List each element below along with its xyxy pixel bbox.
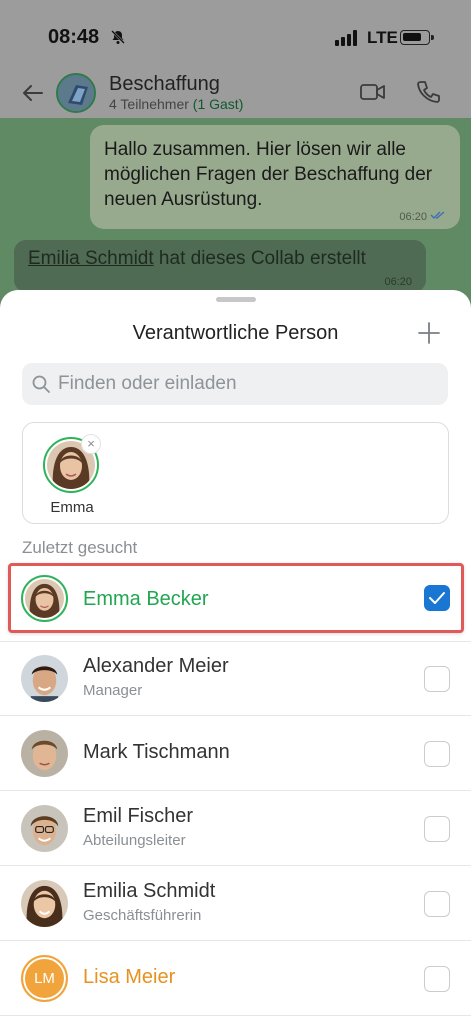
- selected-people-box: × Emma: [22, 422, 449, 524]
- checkmark-icon: [429, 592, 445, 604]
- person-checkbox[interactable]: [424, 741, 450, 767]
- person-checkbox[interactable]: [424, 966, 450, 992]
- woman-photo-icon: [25, 579, 64, 618]
- person-name: Lisa Meier: [83, 966, 176, 988]
- bell-off-icon: [111, 30, 125, 44]
- group-logo-icon: [58, 75, 94, 111]
- remove-chip-icon[interactable]: ×: [81, 434, 101, 454]
- system-message-text: Emilia Schmidt hat dieses Collab erstell…: [28, 248, 412, 270]
- avatar: [21, 880, 68, 927]
- person-name: Emil Fischer: [83, 805, 194, 827]
- message-time: 06:20: [399, 211, 427, 223]
- list-item-mark-tischmann[interactable]: Mark Tischmann: [0, 716, 471, 791]
- woman-photo-icon: [21, 880, 68, 927]
- avatar: [21, 730, 68, 777]
- back-arrow-icon[interactable]: [20, 80, 46, 106]
- person-role: Abteilungsleiter: [83, 832, 186, 849]
- search-icon: [32, 375, 50, 393]
- network-type: LTE: [367, 28, 398, 47]
- man-photo-icon: [21, 655, 68, 702]
- system-message: Emilia Schmidt hat dieses Collab erstell…: [14, 240, 426, 292]
- outgoing-message[interactable]: Hallo zusammen. Hier lösen wir alle mögl…: [90, 125, 460, 229]
- chat-header: Beschaffung 4 Teilnehmer (1 Gast): [0, 70, 471, 118]
- guest-count: (1 Gast): [192, 96, 244, 112]
- man-photo-icon: [21, 805, 68, 852]
- divider: [0, 1015, 471, 1016]
- person-name: Emilia Schmidt: [83, 880, 216, 902]
- person-name: Emma Becker: [83, 588, 209, 610]
- person-role: Manager: [83, 682, 143, 699]
- person-name: Alexander Meier: [83, 655, 229, 677]
- avatar: [21, 655, 68, 702]
- chat-background: Hallo zusammen. Hier lösen wir alle mögl…: [0, 118, 471, 308]
- avatar: LM: [21, 955, 68, 1002]
- person-role: Geschäftsführerin: [83, 907, 202, 924]
- recent-section-label: Zuletzt gesucht: [22, 538, 138, 557]
- list-item-emma-becker[interactable]: Emma Becker: [8, 563, 464, 633]
- person-checkbox[interactable]: [424, 891, 450, 917]
- list-item-lisa-meier[interactable]: LM Lisa Meier: [0, 941, 471, 1016]
- person-checkbox[interactable]: [424, 666, 450, 692]
- person-checkbox[interactable]: [424, 585, 450, 611]
- add-icon[interactable]: [416, 320, 442, 346]
- search-bar[interactable]: [22, 363, 448, 405]
- avatar: [21, 575, 68, 622]
- divider: [0, 641, 471, 642]
- responsible-person-sheet: Verantwortliche Person Finden oder einla…: [0, 290, 471, 1024]
- sheet-title: Verantwortliche Person: [132, 322, 339, 344]
- list-item-emil-fischer[interactable]: Emil Fischer Abteilungsleiter: [0, 791, 471, 866]
- phone-call-icon[interactable]: [415, 79, 441, 105]
- system-message-time: 06:20: [384, 276, 412, 288]
- search-input[interactable]: [58, 363, 438, 405]
- person-checkbox[interactable]: [424, 816, 450, 842]
- battery-icon: [400, 30, 434, 45]
- chip-name: Emma: [50, 499, 94, 516]
- double-check-icon: [430, 211, 445, 219]
- person-name: Mark Tischmann: [83, 741, 230, 763]
- participant-count: 4 Teilnehmer: [109, 96, 189, 112]
- video-call-icon[interactable]: [360, 82, 386, 102]
- sheet-grabber[interactable]: [216, 297, 256, 302]
- avatar-initials: LM: [23, 957, 66, 1000]
- status-bar: 08:48 LTE: [0, 0, 471, 70]
- man-photo-icon: [21, 730, 68, 777]
- system-message-author[interactable]: Emilia Schmidt: [28, 248, 154, 269]
- message-text: Hallo zusammen. Hier lösen wir alle mögl…: [104, 139, 433, 210]
- status-time: 08:48: [48, 26, 100, 48]
- message-meta: 06:20: [399, 210, 446, 223]
- chat-title[interactable]: Beschaffung: [109, 73, 220, 96]
- list-item-alexander-meier[interactable]: Alexander Meier Manager: [0, 641, 471, 716]
- chat-subtitle: 4 Teilnehmer (1 Gast): [109, 96, 243, 112]
- group-avatar[interactable]: [56, 73, 96, 113]
- list-item-emilia-schmidt[interactable]: Emilia Schmidt Geschäftsführerin: [0, 866, 471, 941]
- signal-icon: [335, 30, 357, 46]
- avatar: [21, 805, 68, 852]
- system-message-body: hat dieses Collab erstellt: [153, 248, 366, 269]
